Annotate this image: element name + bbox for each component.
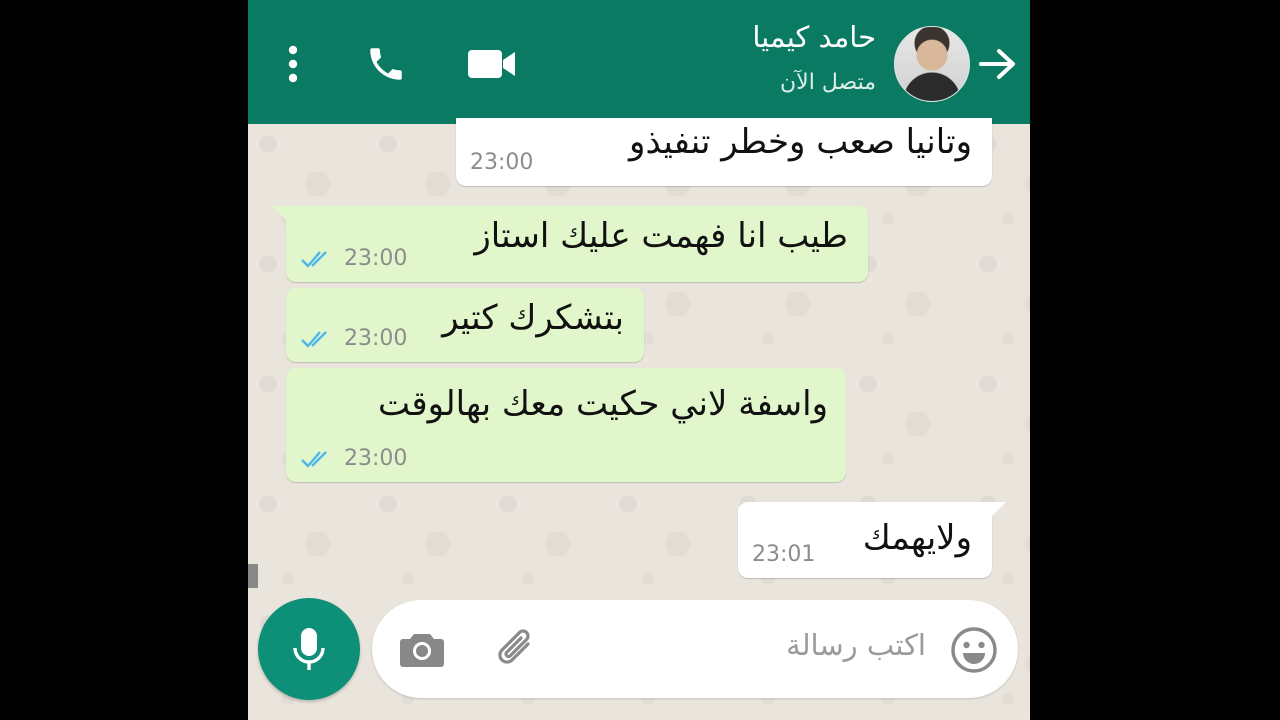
attach-button[interactable] bbox=[490, 624, 544, 674]
chat-screen: حامد كيميا متصل الآن وتانيا صعب وخطر تنف… bbox=[248, 0, 1030, 720]
camera-icon bbox=[400, 634, 444, 667]
contact-status: متصل الآن bbox=[780, 70, 876, 95]
bubble-tail bbox=[272, 206, 286, 220]
scroll-indicator bbox=[248, 564, 258, 588]
emoji-button[interactable] bbox=[948, 624, 1000, 676]
message-text: طيب انا فهمت عليك استاز bbox=[474, 216, 848, 256]
message-composer[interactable]: اكتب رسالة bbox=[372, 600, 1018, 698]
message-time: 23:00 bbox=[344, 326, 408, 351]
message-time: 23:01 bbox=[752, 542, 816, 567]
emoji-icon bbox=[951, 627, 997, 673]
more-options-button[interactable] bbox=[278, 40, 308, 88]
message-bubble-outgoing[interactable]: طيب انا فهمت عليك استاز 23:00 bbox=[272, 206, 868, 282]
contact-name[interactable]: حامد كيميا bbox=[752, 20, 876, 54]
phone-icon bbox=[370, 48, 402, 80]
message-bubble-incoming[interactable]: وتانيا صعب وخطر تنفيذو 23:00 bbox=[456, 118, 992, 186]
attach-icon bbox=[498, 629, 530, 664]
video-call-button[interactable] bbox=[464, 40, 520, 88]
avatar[interactable] bbox=[894, 26, 970, 102]
voice-call-button[interactable] bbox=[360, 40, 412, 88]
message-bubble-incoming[interactable]: ولايهمك 23:01 bbox=[738, 502, 1006, 578]
double-check-icon bbox=[301, 251, 327, 268]
voice-record-button[interactable] bbox=[258, 598, 360, 700]
arrow-forward-icon bbox=[979, 49, 1015, 79]
mic-icon bbox=[293, 628, 325, 670]
message-time: 23:00 bbox=[470, 150, 534, 175]
message-bubble-outgoing[interactable]: بتشكرك كتير 23:00 bbox=[286, 288, 644, 362]
message-time: 23:00 bbox=[344, 446, 408, 471]
message-text: وتانيا صعب وخطر تنفيذو bbox=[629, 122, 972, 162]
chat-header: حامد كيميا متصل الآن bbox=[248, 0, 1030, 124]
camera-button[interactable] bbox=[396, 626, 448, 672]
back-button[interactable] bbox=[972, 40, 1024, 88]
bubble-tail bbox=[992, 502, 1006, 516]
message-text: بتشكرك كتير bbox=[442, 298, 624, 338]
message-text: واسفة لاني حكيت معك بهالوقت bbox=[378, 384, 828, 424]
more-vert-icon bbox=[288, 45, 298, 83]
message-bubble-outgoing[interactable]: واسفة لاني حكيت معك بهالوقت 23:00 bbox=[286, 368, 846, 482]
message-input[interactable]: اكتب رسالة bbox=[786, 628, 926, 662]
message-time: 23:00 bbox=[344, 246, 408, 271]
double-check-icon bbox=[301, 331, 327, 348]
video-camera-icon bbox=[468, 50, 515, 78]
message-text: ولايهمك bbox=[862, 518, 972, 558]
double-check-icon bbox=[301, 451, 327, 468]
